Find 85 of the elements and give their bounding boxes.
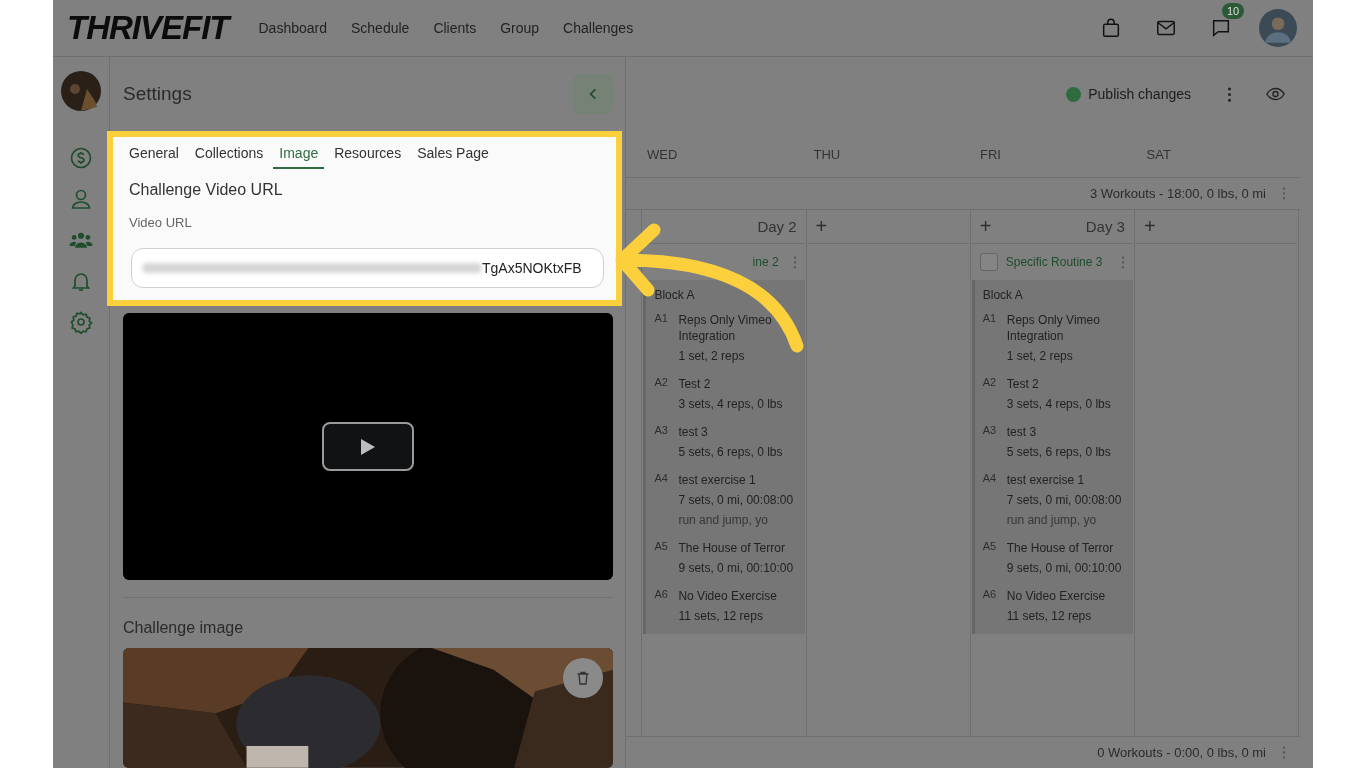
exercise-index: A1 xyxy=(982,312,998,326)
add-button[interactable]: + xyxy=(1143,215,1156,238)
nav-link[interactable]: Dashboard xyxy=(258,20,327,36)
checkbox[interactable] xyxy=(979,253,998,271)
more-icon[interactable] xyxy=(792,255,797,269)
weekday-label: THU xyxy=(813,147,842,164)
exercise-detail: 3 sets, 4 reps, 0 lbs xyxy=(678,396,783,412)
shopping-bag-icon[interactable] xyxy=(1100,17,1122,39)
exercise-name: No Video Exercise xyxy=(678,588,777,604)
exercise-index: A4 xyxy=(654,472,669,486)
exercise-name: The House of Terror xyxy=(678,540,786,556)
exercise-name: test 3 xyxy=(678,424,709,440)
play-icon xyxy=(361,438,375,455)
nav-link[interactable]: Clients xyxy=(433,20,477,36)
routine-title[interactable]: ine 2 xyxy=(651,255,785,269)
avatar[interactable] xyxy=(1259,9,1297,47)
tab[interactable]: Collections xyxy=(188,136,270,169)
message-count-badge: 10 xyxy=(1222,3,1245,19)
exercise-index: A5 xyxy=(982,540,998,554)
panel-title: Settings xyxy=(123,82,192,105)
exercise-name: Reps Only Vimeo Integration xyxy=(678,312,773,344)
weekday-label: WED xyxy=(647,147,679,164)
weekday-label: SAT xyxy=(1146,147,1172,164)
day-label: Day 2 xyxy=(757,218,797,235)
exercise-index: A4 xyxy=(982,472,998,486)
more-icon[interactable] xyxy=(1227,86,1232,102)
exercise-name: The House of Terror xyxy=(1006,540,1115,556)
exercise-detail: 11 sets, 12 reps xyxy=(1006,608,1093,624)
exercise-detail: 9 sets, 0 mi, 00:10:00 xyxy=(1006,560,1122,576)
field-label: Video URL xyxy=(129,214,193,230)
exercise-index: A1 xyxy=(654,312,669,326)
more-icon[interactable] xyxy=(1120,255,1125,269)
exercise-detail: 9 sets, 0 mi, 00:10:00 xyxy=(678,560,794,576)
tab[interactable]: General xyxy=(129,136,185,169)
section-title: Challenge image xyxy=(123,619,245,638)
exercise-index: A5 xyxy=(654,540,669,554)
exercise-index: A6 xyxy=(654,588,669,602)
nav-link[interactable]: Challenges xyxy=(563,20,634,36)
chat-icon[interactable] xyxy=(1210,17,1232,39)
exercise-name: Test 2 xyxy=(1006,376,1040,392)
add-button[interactable]: + xyxy=(815,215,828,238)
exercise-name: test 3 xyxy=(1006,424,1038,440)
add-button[interactable]: + xyxy=(979,215,992,238)
block-label: Block A xyxy=(654,288,696,302)
nav-link[interactable]: Schedule xyxy=(351,20,410,36)
exercise-note: run and jump, yo xyxy=(678,512,769,528)
block-label: Block A xyxy=(982,288,1024,302)
exercise-index: A3 xyxy=(982,424,998,438)
exercise-detail: 11 sets, 12 reps xyxy=(678,608,764,624)
exercise-detail: 5 sets, 6 reps, 0 lbs xyxy=(678,444,783,460)
exercise-detail: 1 set, 2 reps xyxy=(678,348,746,364)
tab[interactable]: Sales Page xyxy=(411,136,495,169)
dollar-icon[interactable] xyxy=(69,146,93,170)
exercise-name: Test 2 xyxy=(678,376,712,392)
exercise-detail: 3 sets, 4 reps, 0 lbs xyxy=(1006,396,1111,412)
eye-icon[interactable] xyxy=(1266,87,1285,101)
week-summary: 0 Workouts - 0:00, 0 lbs, 0 mi xyxy=(1097,745,1266,760)
exercise-index: A6 xyxy=(982,588,998,602)
exercise-note: run and jump, yo xyxy=(1006,512,1098,528)
exercise-detail: 1 set, 2 reps xyxy=(1006,348,1074,364)
avatar[interactable] xyxy=(61,71,101,111)
user-icon[interactable] xyxy=(69,187,93,211)
nav-link[interactable]: Group xyxy=(500,20,540,36)
exercise-detail: 5 sets, 6 reps, 0 lbs xyxy=(1006,444,1111,460)
exercise-detail: 7 sets, 0 mi, 00:08:00 xyxy=(678,492,794,508)
section-title: Challenge Video URL xyxy=(129,180,284,199)
exercise-name: test exercise 1 xyxy=(678,472,757,488)
exercise-name: No Video Exercise xyxy=(1006,588,1106,604)
routine-title[interactable]: Specific Routine 3 xyxy=(1005,255,1113,269)
url-field[interactable]: TgAx5NOKtxFB xyxy=(131,247,604,288)
tab[interactable]: Image xyxy=(273,136,325,169)
exercise-index: A2 xyxy=(654,376,669,390)
trash-icon xyxy=(575,670,591,687)
day-label: Day 3 xyxy=(1085,218,1125,235)
publish-button[interactable]: Publish changes xyxy=(1066,86,1191,102)
week-summary: 3 Workouts - 18:00, 0 lbs, 0 mi xyxy=(1089,186,1266,201)
exercise-detail: 7 sets, 0 mi, 00:08:00 xyxy=(1006,492,1122,508)
exercise-name: Reps Only Vimeo Integration xyxy=(1006,312,1101,344)
exercise-index: A3 xyxy=(654,424,669,438)
exercise-index: A2 xyxy=(982,376,998,390)
settings-icon[interactable] xyxy=(69,310,93,334)
tab[interactable]: Resources xyxy=(328,136,408,169)
exercise-name: test exercise 1 xyxy=(1006,472,1086,488)
weekday-label: FRI xyxy=(980,147,1002,164)
play-button[interactable] xyxy=(322,422,414,472)
